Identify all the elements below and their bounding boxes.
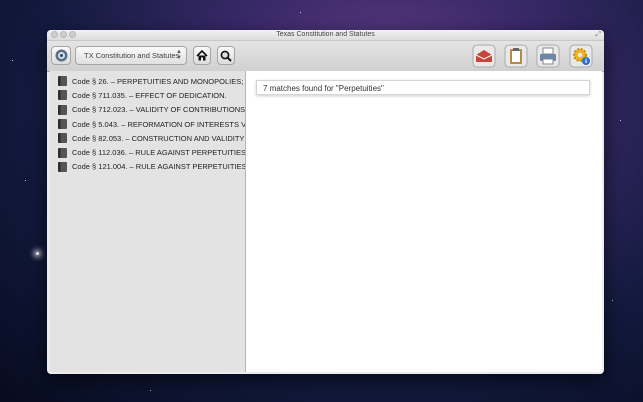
print-button[interactable] [536, 44, 560, 68]
book-icon [58, 147, 67, 158]
book-icon [58, 161, 67, 172]
title-bar: Texas Constitution and Statutes ⤢ [47, 30, 604, 41]
search-button[interactable] [217, 46, 235, 65]
list-item-label: Code § 711.035. – EFFECT OF DEDICATION. [72, 90, 227, 100]
book-icon [58, 76, 67, 87]
book-icon [55, 49, 67, 62]
content-pane: 7 matches found for "Perpetuities" [246, 71, 602, 372]
book-icon [58, 90, 67, 101]
mail-icon [472, 44, 496, 68]
star [612, 300, 613, 301]
list-item[interactable]: Code § 5.043. – REFORMATION OF INTERESTS… [50, 117, 245, 131]
star [620, 120, 621, 121]
list-item-label: Code § 26. – PERPETUITIES AND MONOPOLIES… [72, 76, 245, 86]
search-icon [220, 50, 232, 62]
home-icon [196, 50, 208, 61]
star [12, 60, 13, 61]
list-item-label: Code § 712.023. – VALIDITY OF CONTRIBUTI… [72, 105, 245, 115]
email-button[interactable] [472, 44, 496, 68]
library-button[interactable] [51, 46, 71, 65]
matches-banner: 7 matches found for "Perpetuities" [256, 80, 590, 95]
home-button[interactable] [193, 46, 211, 65]
book-icon [58, 133, 67, 144]
settings-info-icon [569, 44, 593, 68]
star [300, 12, 301, 13]
results-list: Code § 26. – PERPETUITIES AND MONOPOLIES… [50, 71, 246, 372]
app-window: Texas Constitution and Statutes ⤢ TX Con… [47, 30, 604, 374]
toolbar: TX Constitution and Statutes ▲ ▼ [47, 41, 604, 72]
list-item[interactable]: Code § 26. – PERPETUITIES AND MONOPOLIES… [50, 74, 245, 88]
updown-arrows-icon: ▲ ▼ [176, 49, 182, 61]
fullscreen-icon[interactable]: ⤢ [595, 31, 601, 39]
list-item-label: Code § 112.036. – RULE AGAINST PERPETUIT… [72, 148, 245, 158]
list-item[interactable]: Code § 712.023. – VALIDITY OF CONTRIBUTI… [50, 103, 245, 117]
clipboard-icon [504, 44, 528, 68]
source-select[interactable]: TX Constitution and Statutes ▲ ▼ [75, 46, 187, 65]
book-icon [58, 104, 67, 115]
list-item-label: Code § 82.053. – CONSTRUCTION AND VALIDI… [72, 133, 245, 143]
book-icon [58, 119, 67, 130]
star [36, 252, 39, 255]
window-title: Texas Constitution and Statutes [276, 31, 375, 38]
clipboard-button[interactable] [504, 44, 528, 68]
list-item-label: Code § 121.004. – RULE AGAINST PERPETUIT… [72, 162, 245, 172]
settings-button[interactable] [569, 44, 593, 68]
list-item[interactable]: Code § 112.036. – RULE AGAINST PERPETUIT… [50, 145, 245, 159]
list-item[interactable]: Code § 711.035. – EFFECT OF DEDICATION. [50, 88, 245, 102]
star [150, 390, 151, 391]
source-select-label: TX Constitution and Statutes [84, 51, 180, 60]
star [25, 180, 26, 181]
list-item-label: Code § 5.043. – REFORMATION OF INTERESTS… [72, 119, 245, 129]
list-item[interactable]: Code § 121.004. – RULE AGAINST PERPETUIT… [50, 160, 245, 174]
list-item[interactable]: Code § 82.053. – CONSTRUCTION AND VALIDI… [50, 131, 245, 145]
printer-icon [536, 44, 560, 68]
